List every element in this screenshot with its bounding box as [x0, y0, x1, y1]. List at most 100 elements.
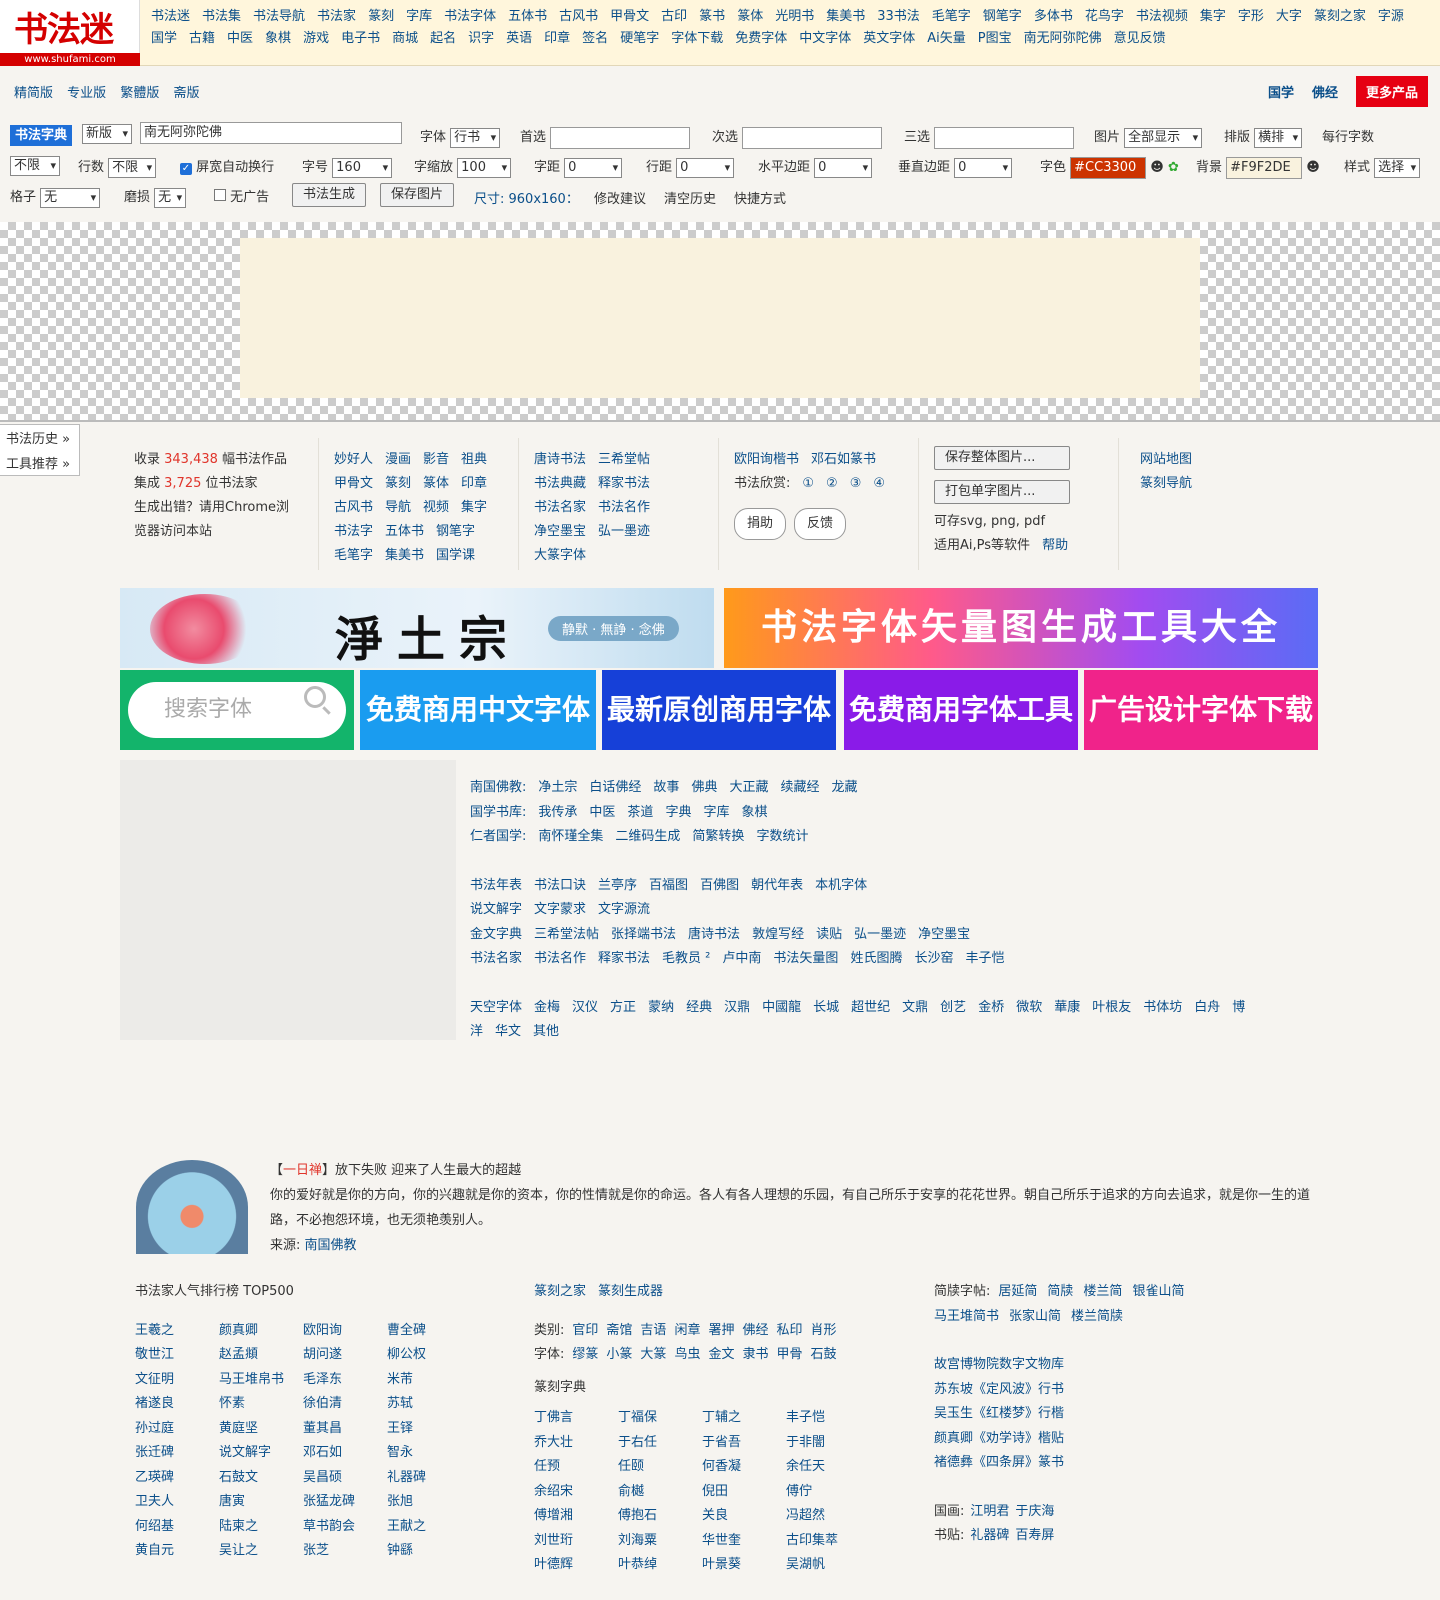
top-nav-link[interactable]: 硬笔字	[620, 28, 659, 50]
resource-link[interactable]: 书法年表	[470, 878, 522, 893]
calligrapher-link[interactable]: 王铎	[387, 1417, 471, 1442]
calligrapher-link[interactable]: 马王堆帛书	[219, 1368, 303, 1393]
resource-link[interactable]: 金文字典	[470, 927, 522, 942]
top-nav-link[interactable]: 中医	[227, 28, 253, 50]
resource-link[interactable]: 净空墨宝	[918, 927, 970, 942]
nav-link[interactable]: 书法名家	[534, 500, 586, 515]
side-tab-history[interactable]: 书法历史 »	[0, 425, 79, 450]
resource-link[interactable]: 字库	[703, 805, 729, 820]
text-color-input[interactable]: #CC3300	[1070, 156, 1147, 179]
top-nav-link[interactable]: 国学	[151, 28, 177, 50]
seal-font-link[interactable]: 甲骨	[776, 1347, 802, 1362]
resource-link[interactable]: 佛典	[691, 780, 717, 795]
top-nav-link[interactable]: 集字	[1200, 6, 1226, 28]
save-image-button[interactable]: 保存图片	[380, 183, 455, 207]
top-nav-link[interactable]: 多体书	[1034, 6, 1073, 28]
calligrapher-link[interactable]: 钟繇	[387, 1539, 471, 1564]
seal-artist-link[interactable]: 冯超然	[786, 1504, 870, 1529]
calligrapher-link[interactable]: 吴昌硕	[303, 1466, 387, 1491]
top-nav-link[interactable]: 花鸟字	[1085, 6, 1124, 28]
seal-home-link[interactable]: 篆刻之家	[534, 1284, 586, 1299]
resource-link[interactable]: 二维码生成	[615, 829, 680, 844]
second-choice-input[interactable]	[742, 126, 883, 149]
nav-link[interactable]: 印章	[461, 476, 487, 491]
palette-icon[interactable]: ✿	[1168, 160, 1179, 175]
seal-artist-link[interactable]: 丰子恺	[786, 1406, 870, 1431]
resource-link[interactable]: 汉鼎	[724, 1000, 750, 1015]
seal-artist-link[interactable]: 余绍宋	[534, 1480, 618, 1505]
calligrapher-link[interactable]: 张旭	[387, 1490, 471, 1515]
suggest-link[interactable]: 修改建议	[594, 188, 646, 207]
wear-select[interactable]: 无	[154, 187, 187, 208]
appreciate-4[interactable]: ④	[873, 476, 885, 491]
resource-link[interactable]: 丰子恺	[965, 951, 1004, 966]
top-nav-link[interactable]: 游戏	[303, 28, 329, 50]
seal-nav-link[interactable]: 篆刻导航	[1140, 472, 1192, 496]
top-nav-link[interactable]: 象棋	[265, 28, 291, 50]
fojing-link[interactable]: 佛经	[1312, 82, 1338, 101]
top-nav-link[interactable]: 字库	[406, 6, 432, 28]
top-nav-link[interactable]: 英语	[506, 28, 532, 50]
calligrapher-link[interactable]: 颜真卿	[219, 1319, 303, 1344]
top-nav-link[interactable]: 五体书	[508, 6, 547, 28]
seal-artist-link[interactable]: 刘海粟	[618, 1529, 702, 1554]
calligrapher-link[interactable]: 徐伯清	[303, 1392, 387, 1417]
top-nav-link[interactable]: 印章	[544, 28, 570, 50]
seal-category-link[interactable]: 佛经	[742, 1323, 768, 1338]
seal-font-link[interactable]: 隶书	[742, 1347, 768, 1362]
resource-link[interactable]: 兰亭序	[598, 878, 637, 893]
calligrapher-link[interactable]: 敬世江	[135, 1343, 219, 1368]
calligraphy-preview[interactable]	[240, 238, 1200, 398]
resource-link[interactable]: 说文解字	[470, 902, 522, 917]
slips-link[interactable]: 居延简	[998, 1284, 1037, 1299]
nav-link[interactable]: 唐诗书法	[534, 452, 586, 467]
nav-link[interactable]: 妙好人	[334, 452, 373, 467]
top-nav-link[interactable]: 签名	[582, 28, 608, 50]
resource-link[interactable]: 象棋	[741, 805, 767, 820]
top-nav-link[interactable]: 篆书	[699, 6, 725, 28]
version-link-traditional[interactable]: 繁體版	[120, 86, 159, 101]
seal-font-link[interactable]: 鸟虫	[674, 1347, 700, 1362]
dictionary-tag[interactable]: 书法字典	[10, 124, 73, 146]
calligrapher-link[interactable]: 张猛龙碑	[303, 1490, 387, 1515]
top-nav-link[interactable]: 毛笔字	[932, 6, 971, 28]
top-nav-link[interactable]: 免费字体	[735, 28, 787, 50]
more-products-button[interactable]: 更多产品	[1355, 76, 1428, 107]
font-search-tile[interactable]: 搜索字体	[120, 670, 354, 750]
third-choice-input[interactable]	[934, 126, 1075, 149]
layout-select[interactable]: 横排	[1254, 127, 1303, 148]
resource-link[interactable]: 中医	[589, 805, 615, 820]
calligrapher-link[interactable]: 孙过庭	[135, 1417, 219, 1442]
resource-link[interactable]: 净土宗	[538, 780, 577, 795]
calligrapher-link[interactable]: 陆柬之	[219, 1515, 303, 1540]
calligrapher-link[interactable]: 黄庭坚	[219, 1417, 303, 1442]
top-nav-link[interactable]: 字源	[1378, 6, 1404, 28]
top-nav-link[interactable]: 书法字体	[444, 6, 496, 28]
version-link-simple[interactable]: 精简版	[14, 86, 53, 101]
resource-link[interactable]: 微软	[1016, 1000, 1042, 1015]
link-dengshiru[interactable]: 邓石如篆书	[811, 452, 876, 467]
seal-artist-link[interactable]: 乔大壮	[534, 1431, 618, 1456]
calligrapher-link[interactable]: 黄自元	[135, 1539, 219, 1564]
top-nav-link[interactable]: 书法家	[317, 6, 356, 28]
top-nav-link[interactable]: 甲骨文	[610, 6, 649, 28]
top-nav-link[interactable]: 识字	[468, 28, 494, 50]
top-nav-link[interactable]: 电子书	[341, 28, 380, 50]
top-nav-link[interactable]: 南无阿弥陀佛	[1024, 28, 1102, 50]
resource-link[interactable]: 叶根友	[1092, 1000, 1131, 1015]
seal-font-link[interactable]: 石鼓	[811, 1347, 837, 1362]
nav-link[interactable]: 毛笔字	[334, 548, 373, 563]
seal-font-link[interactable]: 金文	[708, 1347, 734, 1362]
top-nav-link[interactable]: 书法集	[202, 6, 241, 28]
museum-link[interactable]: 故宫博物院数字文物库	[934, 1353, 1354, 1378]
seal-generator-link[interactable]: 篆刻生成器	[598, 1284, 663, 1299]
calligrapher-link[interactable]: 何绍基	[135, 1515, 219, 1540]
calligrapher-link[interactable]: 毛泽东	[303, 1368, 387, 1393]
vector-tools-banner[interactable]: 书法字体矢量图生成工具大全	[724, 588, 1318, 668]
top-nav-link[interactable]: 大字	[1276, 6, 1302, 28]
resource-link[interactable]: 弘一墨迹	[854, 927, 906, 942]
top-nav-link[interactable]: 篆体	[737, 6, 763, 28]
nav-link[interactable]: 导航	[385, 500, 411, 515]
calligrapher-link[interactable]: 智永	[387, 1441, 471, 1466]
calligrapher-link[interactable]: 文征明	[135, 1368, 219, 1393]
